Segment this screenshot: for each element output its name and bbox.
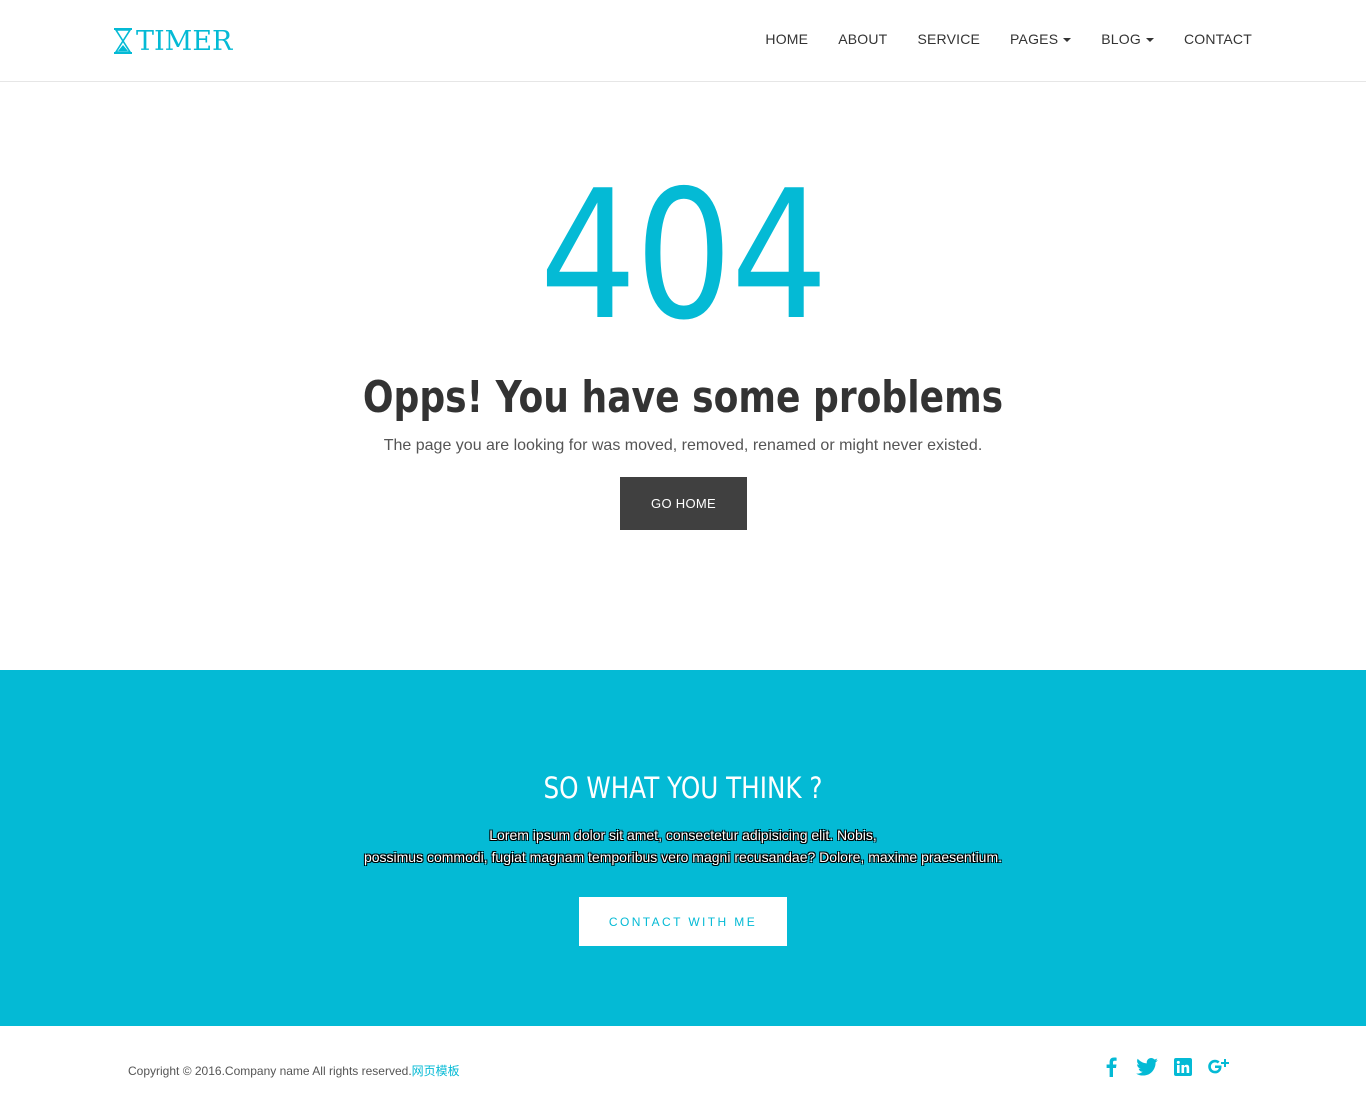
contact-with-me-button[interactable]: CONTACT WITH ME	[579, 897, 787, 946]
nav-pages-label: PAGES	[1010, 31, 1059, 47]
cta-text: Lorem ipsum dolor sit amet, consectetur …	[0, 824, 1366, 868]
error-title: Opps! You have some problems	[362, 372, 1004, 423]
template-link[interactable]: 网页模板	[412, 1064, 460, 1078]
nav-about[interactable]: ABOUT	[838, 31, 887, 47]
copyright-text: Copyright © 2016.Company name All rights…	[128, 1063, 460, 1079]
error-code: 404	[539, 152, 828, 359]
nav-service-label: SERVICE	[917, 31, 981, 47]
brand-name: TIMER	[136, 25, 233, 57]
nav-home-label: HOME	[765, 31, 809, 47]
nav-contact-label: CONTACT	[1183, 31, 1252, 47]
twitter-icon[interactable]	[1136, 1056, 1158, 1078]
facebook-icon[interactable]	[1100, 1056, 1122, 1078]
site-footer: Copyright © 2016.Company name All rights…	[0, 1026, 1366, 1108]
cta-title: SO WHAT YOU THINK ?	[543, 771, 823, 805]
error-subtitle: The page you are looking for was moved, …	[383, 437, 983, 454]
social-links	[1100, 1056, 1244, 1078]
nav-about-label: ABOUT	[838, 31, 888, 47]
main-nav: HOME ABOUT SERVICE PAGES BLOG CONTACT	[735, 31, 1252, 47]
caret-down-icon	[1145, 37, 1154, 42]
nav-service[interactable]: SERVICE	[917, 31, 980, 47]
hourglass-icon	[112, 27, 134, 55]
cta-text-line: possimus commodi, fugiat magnam temporib…	[363, 849, 1003, 865]
nav-blog-label: BLOG	[1101, 31, 1141, 47]
nav-pages[interactable]: PAGES	[1010, 31, 1072, 47]
site-header: TIMER HOME ABOUT SERVICE PAGES BLOG CONT…	[0, 0, 1366, 82]
go-home-button[interactable]: GO HOME	[620, 477, 747, 530]
nav-blog[interactable]: BLOG	[1101, 31, 1154, 47]
google-plus-icon[interactable]	[1208, 1056, 1230, 1078]
cta-section: SO WHAT YOU THINK ? Lorem ipsum dolor si…	[0, 670, 1366, 1026]
caret-down-icon	[1063, 37, 1072, 42]
linkedin-icon[interactable]	[1172, 1056, 1194, 1078]
brand-logo[interactable]: TIMER	[112, 24, 232, 58]
cta-text-line: Lorem ipsum dolor sit amet, consectetur …	[489, 827, 877, 843]
copyright-label: Copyright © 2016.Company name All rights…	[128, 1064, 412, 1078]
nav-contact[interactable]: CONTACT	[1184, 31, 1252, 47]
nav-home[interactable]: HOME	[765, 31, 808, 47]
